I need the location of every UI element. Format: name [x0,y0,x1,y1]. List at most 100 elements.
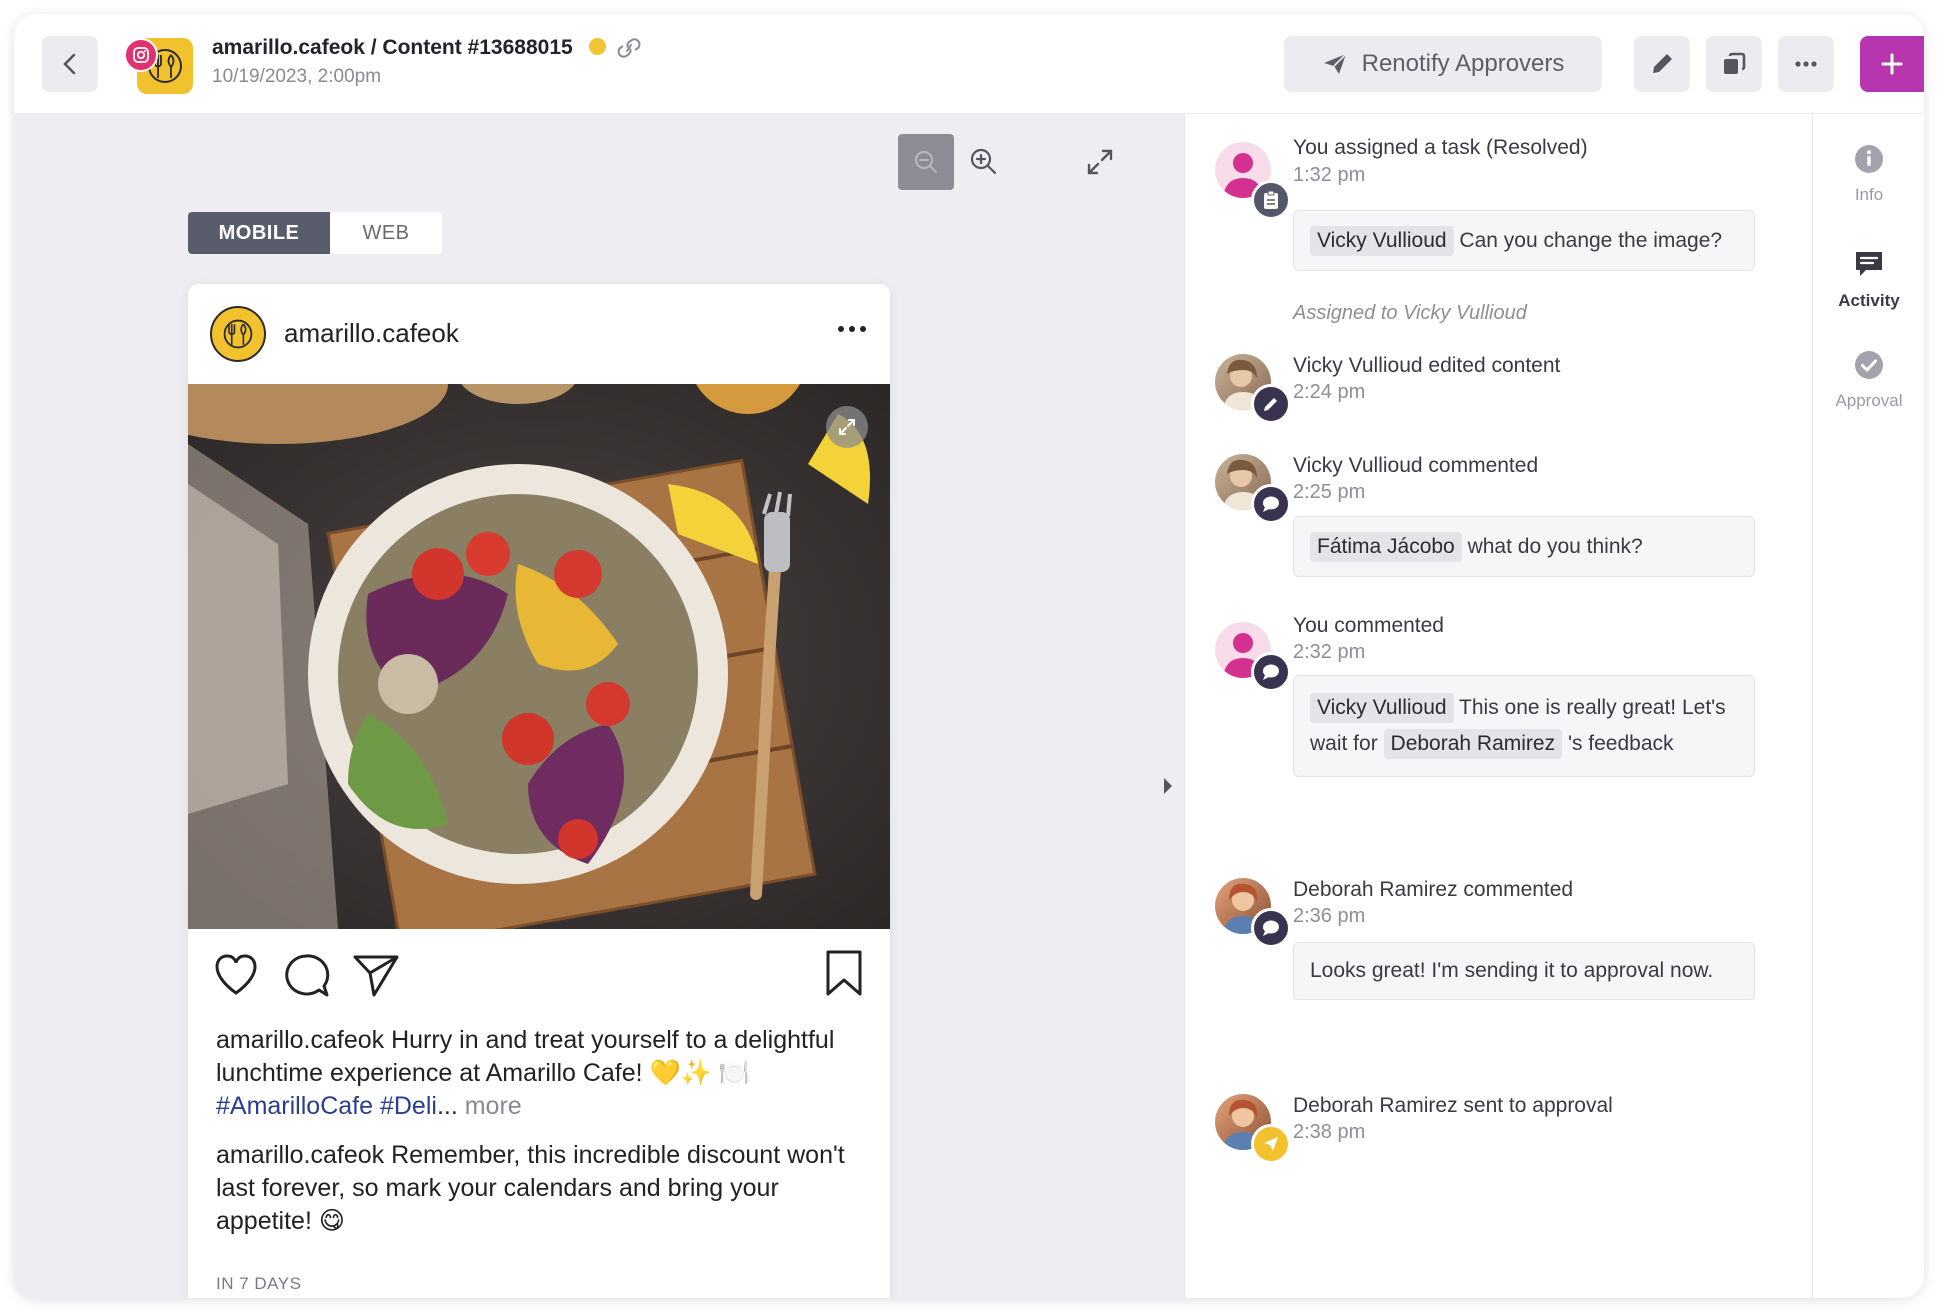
side-tabs: Info Activity Approval [1812,114,1924,1298]
plus-icon [1881,53,1903,75]
activity-title: You assigned a task (Resolved) [1293,136,1588,159]
activity-feed: You assigned a task (Resolved) 1:32 pm V… [1184,114,1812,1298]
pencil-icon [1251,384,1291,424]
post-username: amarillo.cafeok [284,318,459,348]
instagram-icon [124,38,158,72]
tab-info-label: Info [1854,185,1884,204]
comment-icon [1251,484,1291,524]
bookmark-icon [826,950,862,996]
chevron-left-icon [63,53,76,75]
post-header: amarillo.cafeok [188,284,890,384]
post-more-button[interactable] [832,314,872,344]
tab-info[interactable]: Info [1813,144,1924,205]
post-image [188,384,890,929]
activity-title: You commented [1293,614,1444,637]
activity-title: Vicky Vullioud edited content [1293,354,1561,377]
pencil-icon [1653,54,1672,73]
activity-time: 2:36 pm [1293,905,1366,927]
comment-icon [1251,652,1291,692]
check-circle-icon [1855,351,1883,379]
activity-title: Deborah Ramirez sent to approval [1293,1094,1613,1117]
instagram-post-preview: amarillo.cafeok amarillo.cafeok Hurry in… [188,284,890,1298]
activity-time: 2:25 pm [1293,481,1366,503]
add-button[interactable] [1860,36,1924,92]
clipboard-icon [1251,180,1291,220]
zoom-out-button[interactable] [898,134,954,190]
activity-title: Deborah Ramirez commented [1293,878,1574,901]
activity-message: Vicky Vullioud Can you change the image? [1293,210,1755,271]
mention[interactable]: Fátima Jácobo [1310,532,1462,562]
assigned-note: Assigned to Vicky Vullioud [1293,302,1527,324]
tab-activity-label: Activity [1838,291,1900,310]
duplicate-button[interactable] [1706,36,1762,92]
post-avatar [210,306,266,362]
tab-activity[interactable]: Activity [1813,248,1924,311]
like-button[interactable] [212,953,260,1002]
salad-bowl-photo [188,384,890,929]
more-horizontal-icon [838,326,866,332]
message-text: what do you think? [1461,535,1643,558]
activity-message: Vicky Vullioud This one is really great!… [1293,675,1755,777]
message-text: 's feedback [1562,732,1674,755]
back-button[interactable] [42,36,98,92]
comment-user[interactable]: amarillo.cafeok [216,1141,384,1169]
activity-time: 2:38 pm [1293,1121,1366,1143]
preview-mode-toggle: MOBILE WEB [188,212,442,254]
activity-time: 2:32 pm [1293,641,1366,663]
more-horizontal-icon [1795,61,1817,67]
send-icon [1251,1124,1291,1164]
link-icon[interactable] [616,38,642,64]
tab-web[interactable]: WEB [330,212,442,254]
send-icon [1323,53,1347,74]
tab-mobile[interactable]: MOBILE [188,212,330,254]
content-title: amarillo.cafeok / Content #13688015 [212,36,642,64]
collapse-panel-button[interactable] [1160,774,1176,798]
edit-button[interactable] [1634,36,1690,92]
paper-plane-icon [353,955,399,997]
fullscreen-button[interactable] [1078,140,1122,184]
activity-time: 2:24 pm [1293,381,1366,403]
mention[interactable]: Vicky Vullioud [1310,226,1454,256]
activity-message: Looks great! I'm sending it to approval … [1293,942,1755,1000]
tab-approval[interactable]: Approval [1813,350,1924,411]
renotify-label: Renotify Approvers [1361,50,1565,77]
caption-hashtags[interactable]: #AmarilloCafe #Deli [216,1092,437,1120]
post-caption: amarillo.cafeok Hurry in and treat yours… [216,1024,866,1123]
speech-bubble-icon [285,954,330,997]
caption-ellipsis: ... [436,1092,458,1120]
zoom-in-button[interactable] [960,138,1008,186]
preview-area: MOBILE WEB amarillo.cafeok amarillo.cafe… [14,114,1184,1298]
activity-time: 1:32 pm [1293,164,1366,186]
mention[interactable]: Deborah Ramirez [1383,729,1563,759]
content-window: amarillo.cafeok / Content #13688015 10/1… [14,14,1924,1298]
post-actions [188,929,890,1019]
expand-icon [1087,149,1113,175]
comment-icon [1856,252,1882,276]
caption-user[interactable]: amarillo.cafeok [216,1026,384,1054]
caption-more-link[interactable]: more [458,1092,522,1120]
renotify-approvers-button[interactable]: Renotify Approvers [1284,36,1602,92]
more-options-button[interactable] [1778,36,1834,92]
copy-icon [1724,52,1746,74]
expand-icon [839,419,855,435]
comment-button[interactable] [282,953,330,1004]
share-button[interactable] [352,953,400,1002]
header: amarillo.cafeok / Content #13688015 10/1… [14,14,1924,114]
activity-title: Vicky Vullioud commented [1293,454,1539,477]
content-date: 10/19/2023, 2:00pm [212,66,382,87]
heart-icon [215,954,257,995]
content-title-text: amarillo.cafeok / Content #13688015 [212,36,573,59]
fork-knife-icon [223,319,253,349]
tab-approval-label: Approval [1835,391,1903,410]
zoom-in-icon [970,148,997,175]
activity-message: Fátima Jácobo what do you think? [1293,516,1755,577]
save-button[interactable] [824,949,864,1002]
message-text: Looks great! I'm sending it to approval … [1310,959,1714,982]
status-dot [588,38,606,55]
caret-right-icon [1164,778,1172,794]
zoom-out-icon [915,151,937,173]
comment-icon [1251,908,1291,948]
image-expand-button[interactable] [826,406,868,448]
mention[interactable]: Vicky Vullioud [1310,693,1454,723]
message-text: Can you change the image? [1453,229,1723,252]
